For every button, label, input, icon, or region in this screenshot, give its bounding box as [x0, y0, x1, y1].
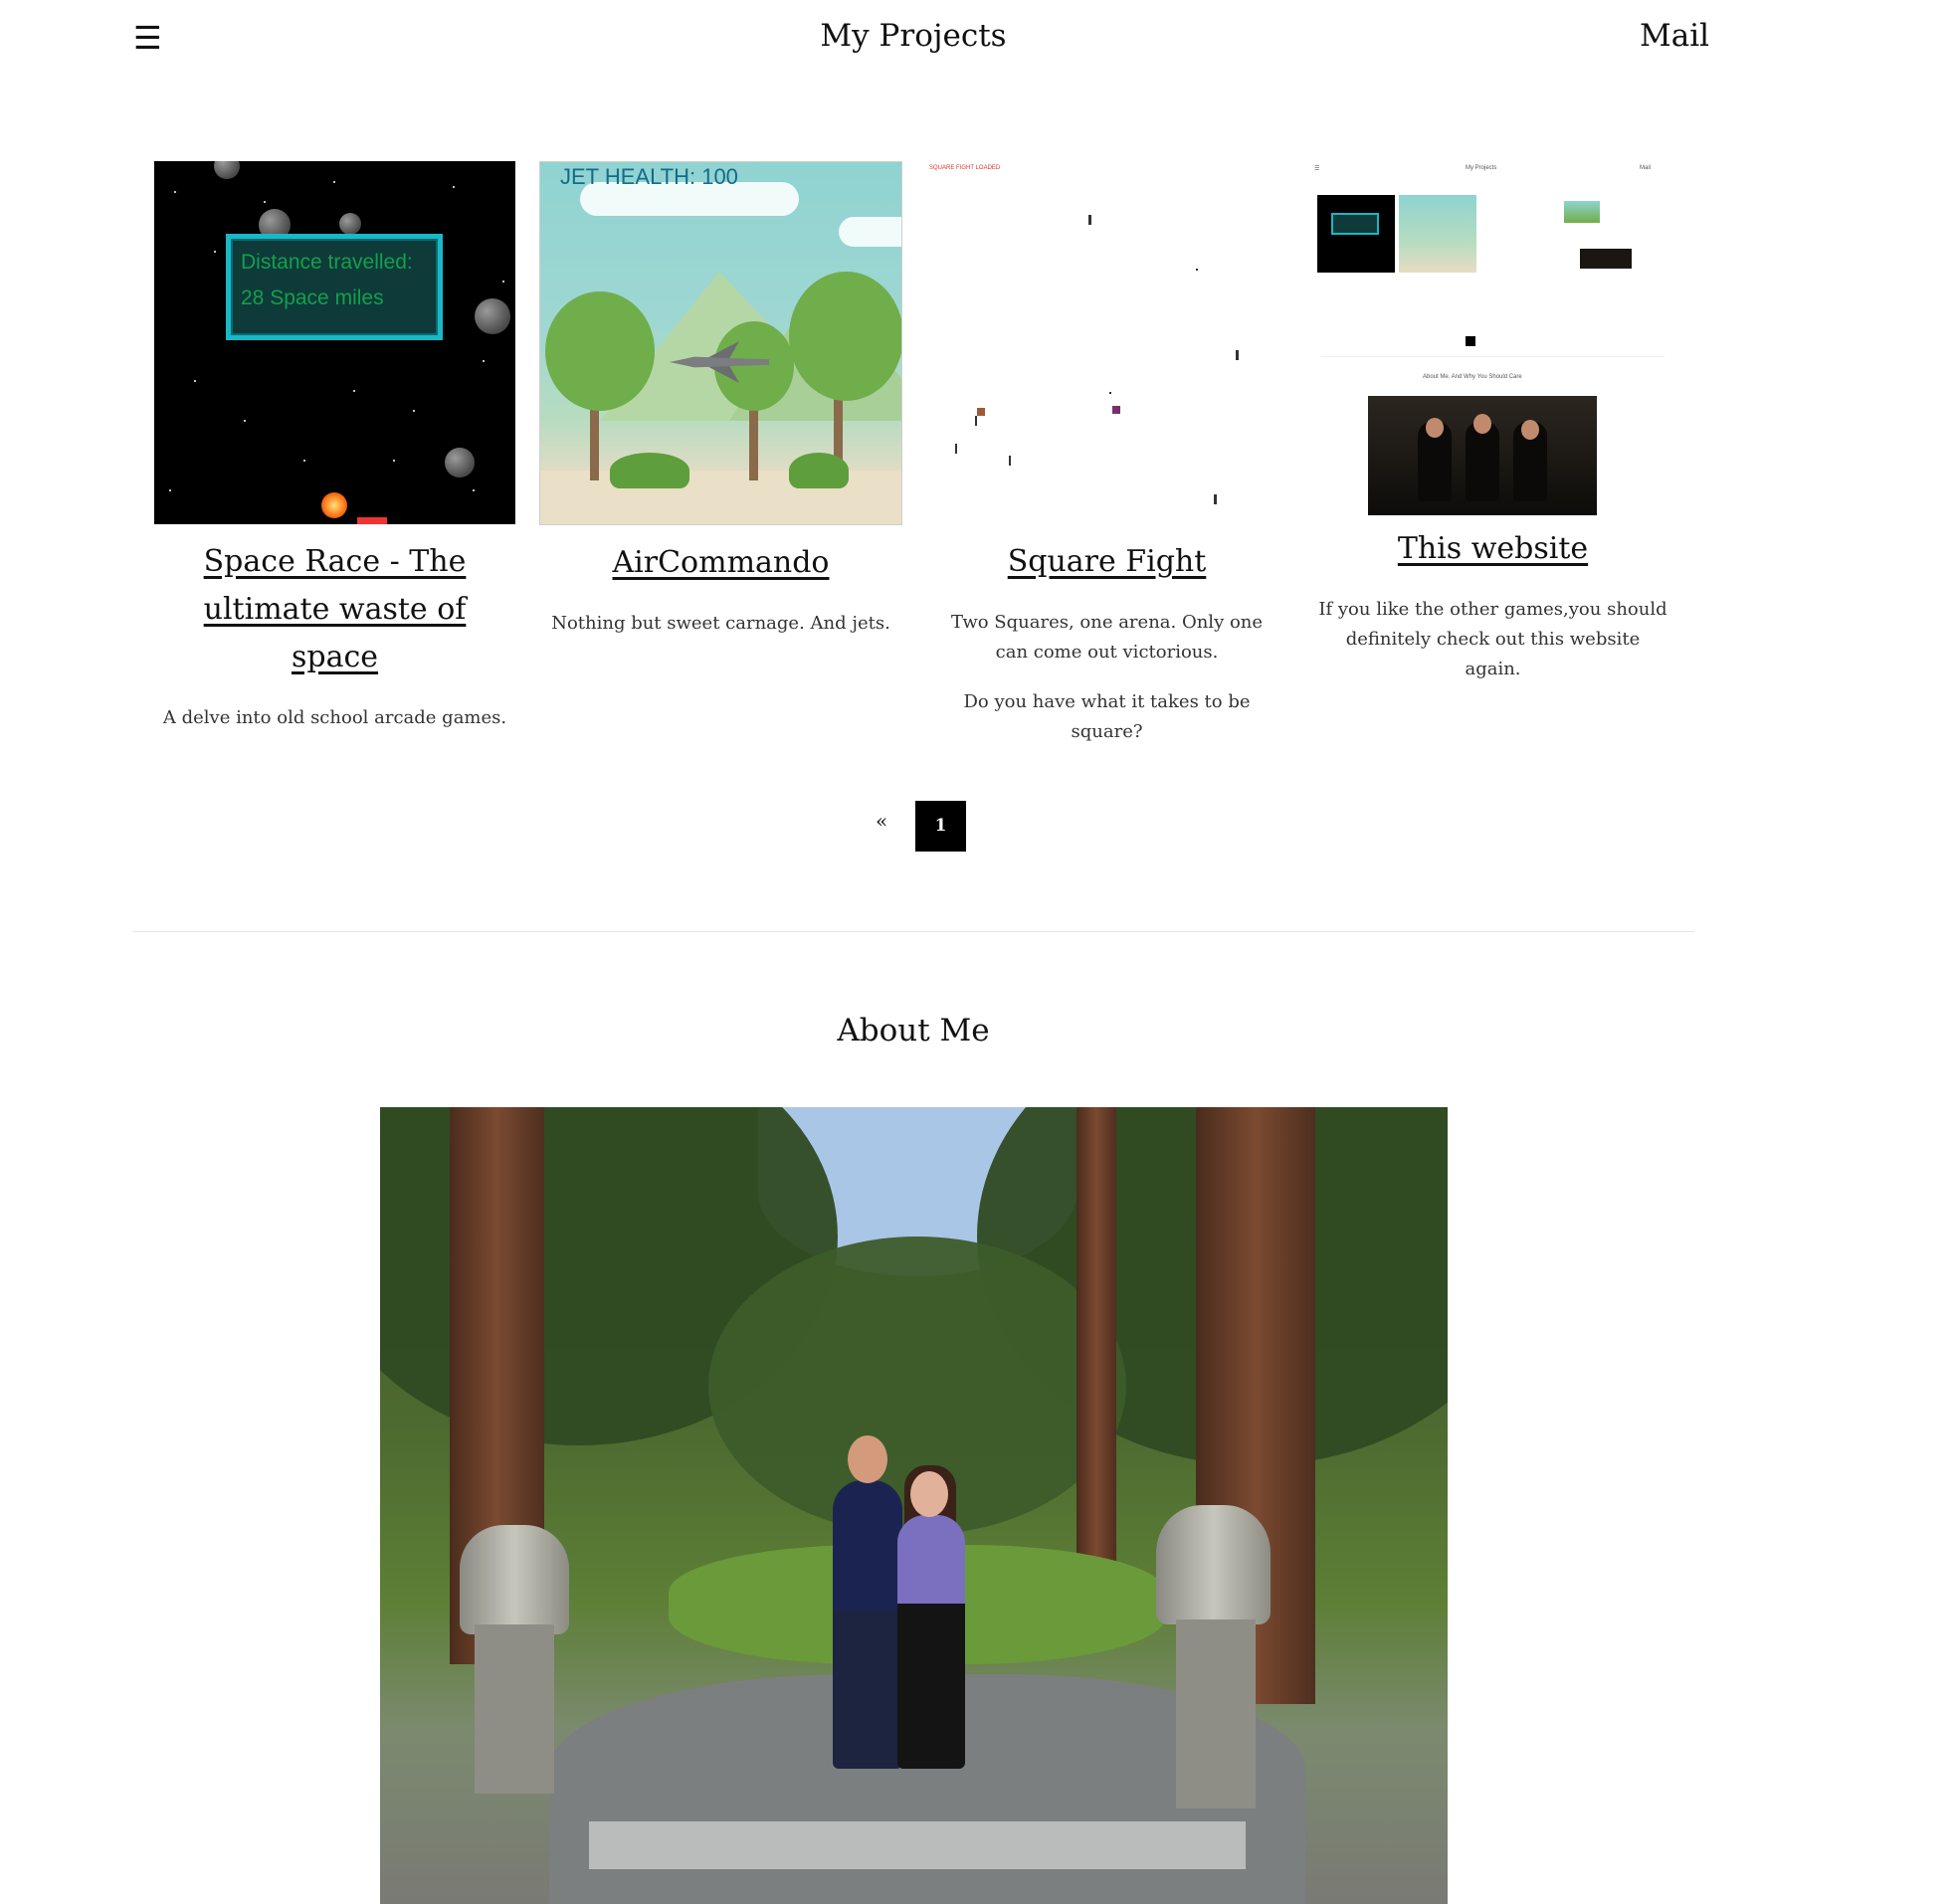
project-card: JET HEALTH: 100 AirCommando Nothing but … [539, 161, 902, 639]
project-thumbnail-this-website[interactable]: ☰ My Projects Mail About Me. And Why You… [1311, 161, 1674, 519]
project-thumbnail-aircommando[interactable]: JET HEALTH: 100 [539, 161, 902, 525]
ship-sprite [357, 517, 387, 524]
project-description: Nothing but sweet carnage. And jets. [551, 613, 890, 634]
about-heading: About Me [837, 1013, 990, 1048]
project-card: ☰ My Projects Mail About Me. And Why You… [1311, 161, 1674, 684]
mini-about-photo [1368, 396, 1597, 515]
project-title-link[interactable]: AirCommando [539, 539, 902, 587]
project-thumbnail-square-fight[interactable]: SQUARE FIGHT LOADED [925, 161, 1288, 524]
distance-hud: Distance travelled: 28 Space miles [226, 234, 443, 340]
player-square [977, 408, 985, 416]
project-card: Distance travelled: 28 Space miles Space… [153, 161, 516, 733]
project-title-link[interactable]: This website [1311, 525, 1674, 573]
pagination-prev-button[interactable]: « [876, 809, 887, 833]
about-photo [380, 1107, 1448, 1904]
project-title-link[interactable]: Space Race - The ultimate waste of space [153, 538, 516, 681]
project-thumbnail-space-race[interactable]: Distance travelled: 28 Space miles [154, 161, 515, 524]
jet-health-hud: JET HEALTH: 100 [560, 164, 738, 189]
explosion-sprite [321, 492, 347, 518]
project-description: Two Squares, one arena. Only one can com… [950, 612, 1264, 742]
section-divider [133, 931, 1694, 932]
project-card: SQUARE FIGHT LOADED Square Fight Two Squ… [925, 161, 1288, 747]
enemy-square [1112, 406, 1120, 414]
project-description: If you like the other games,you should d… [1318, 599, 1667, 679]
pagination-page-1[interactable]: 1 [915, 801, 966, 852]
projects-grid: Distance travelled: 28 Space miles Space… [153, 161, 1705, 742]
project-description: A delve into old school arcade games. [162, 707, 507, 728]
page-title: My Projects [820, 18, 1007, 54]
site-header: ☰ My Projects Mail [0, 0, 1958, 80]
project-title-link[interactable]: Square Fight [925, 538, 1288, 586]
mail-link[interactable]: Mail [1640, 18, 1709, 54]
